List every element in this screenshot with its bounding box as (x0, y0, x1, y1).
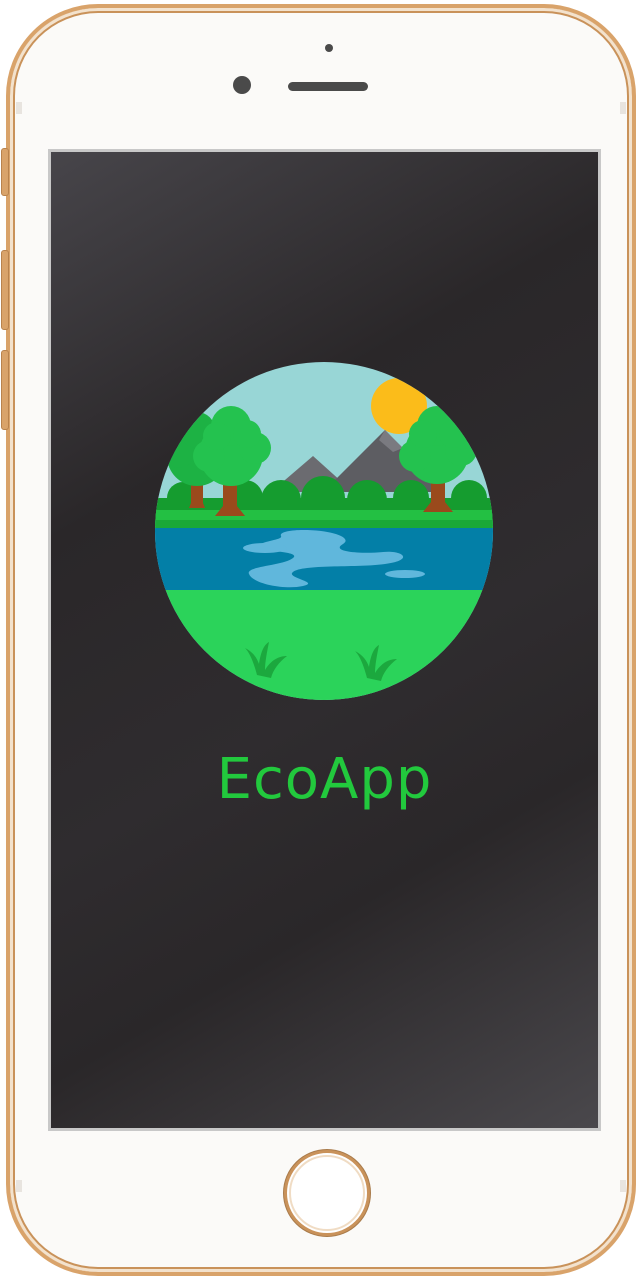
earpiece-speaker (288, 82, 368, 91)
antenna-band (620, 102, 626, 114)
splash-screen: EcoApp (48, 149, 601, 1131)
front-camera (233, 76, 251, 94)
nature-landscape-icon (155, 362, 493, 700)
antenna-band (16, 102, 22, 114)
app-name: EcoApp (216, 747, 433, 812)
antenna-band (620, 1180, 626, 1192)
proximity-sensor (325, 44, 333, 52)
volume-up-button[interactable] (1, 250, 9, 330)
antenna-band (16, 1180, 22, 1192)
home-button[interactable] (284, 1150, 370, 1236)
volume-down-button[interactable] (1, 350, 9, 430)
mute-switch[interactable] (1, 148, 9, 196)
